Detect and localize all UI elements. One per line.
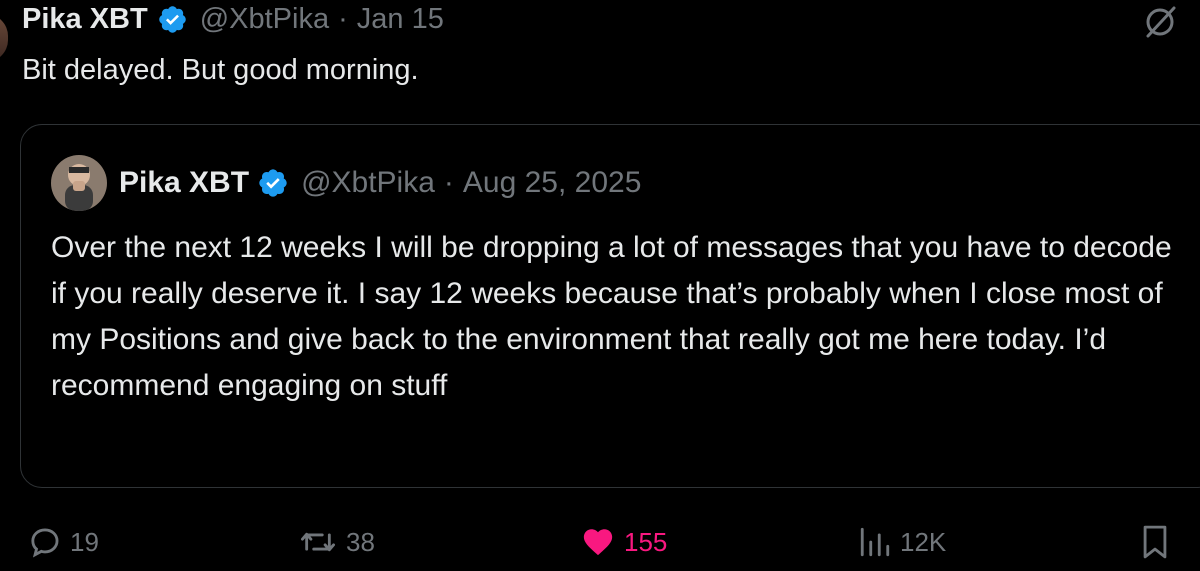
separator-dot: · [443,166,454,199]
repost-icon [300,532,335,552]
like-count: 155 [624,526,668,557]
action-bar: 19 38 155 12K [0,520,1200,564]
views-icon [860,527,890,557]
bookmark-button[interactable] [1138,520,1180,564]
verified-badge-icon [158,5,186,33]
author-handle[interactable]: @XbtPika [200,3,329,36]
quoted-tweet-date: Aug 25, 2025 [462,166,642,199]
heart-icon [583,529,613,556]
verified-badge-icon [259,169,287,197]
quoted-tweet-card[interactable]: Pika XBT @XbtPika · Aug 25, 2025 Over th… [20,124,1200,488]
reply-button[interactable]: 19 [28,520,99,564]
views-button[interactable]: 12K [858,520,946,564]
reply-count: 19 [70,526,99,557]
tweet-date[interactable]: Jan 15 [357,3,444,36]
like-button[interactable]: 155 [580,520,667,564]
quoted-author-name: Pika XBT [119,166,250,199]
quoted-tweet-header: Pika XBT @XbtPika · Aug 25, 2025 [51,155,641,211]
quoted-author-handle: @XbtPika [301,166,435,199]
tweet-header: Pika XBT @XbtPika · Jan 15 [22,0,444,38]
reply-icon [31,528,59,558]
repost-count: 38 [346,526,375,557]
bookmark-icon [1143,525,1167,559]
quoted-tweet-text: Over the next 12 weeks I will be droppin… [51,231,1172,402]
author-name[interactable]: Pika XBT [22,3,148,36]
tweet-text: Bit delayed. But good morning. [22,54,419,86]
author-avatar[interactable] [0,14,8,62]
avatar-image [51,155,107,211]
quoted-author-avatar [51,155,107,211]
repost-button[interactable]: 38 [298,520,375,564]
separator-dot: · [338,2,348,35]
grok-icon[interactable] [1142,4,1178,40]
views-count: 12K [900,526,947,557]
